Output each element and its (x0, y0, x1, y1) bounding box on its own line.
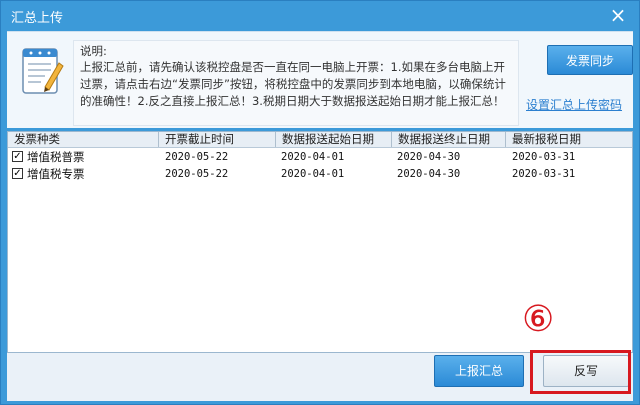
step-6-annotation: ⑥ (522, 299, 555, 340)
set-upload-password-link[interactable]: 设置汇总上传密码 (526, 96, 622, 113)
upload-summary-button[interactable]: 上报汇总 (434, 355, 524, 387)
table-row[interactable]: ✓ 增值税普票 2020-05-22 2020-04-01 2020-04-30… (8, 149, 632, 165)
table-header: 发票种类 开票截止时间 数据报送起始日期 数据报送终止日期 最新报税日期 (8, 132, 632, 148)
notepad-edit-icon (22, 48, 64, 94)
info-text: 上报汇总前，请先确认该税控盘是否一直在同一电脑上开票：1.如果在多台电脑上开过票… (80, 60, 506, 108)
cell-deadline: 2020-05-22 (165, 168, 229, 180)
column-header-end[interactable]: 数据报送终止日期 (392, 132, 506, 147)
title-bar: 汇总上传 × (1, 1, 639, 30)
column-header-latest[interactable]: 最新报税日期 (506, 132, 632, 147)
info-panel: 说明: 上报汇总前，请先确认该税控盘是否一直在同一电脑上开票：1.如果在多台电脑… (7, 31, 633, 128)
cell-category: 增值税专票 (27, 167, 85, 181)
cell-end: 2020-04-30 (397, 151, 461, 163)
row-checkbox[interactable]: ✓ (12, 168, 23, 179)
cell-start: 2020-04-01 (281, 168, 345, 180)
cell-latest: 2020-03-31 (512, 151, 576, 163)
row-checkbox[interactable]: ✓ (12, 151, 23, 162)
cell-end: 2020-04-30 (397, 168, 461, 180)
window-title: 汇总上传 (11, 11, 64, 26)
info-label: 说明: (80, 44, 107, 58)
cell-latest: 2020-03-31 (512, 168, 576, 180)
column-header-deadline[interactable]: 开票截止时间 (159, 132, 276, 147)
summary-upload-dialog: 汇总上传 × 说明: 上报汇总前，请先确认该税控盘是否一直在同一电脑上开票：1.… (0, 0, 640, 405)
column-header-start[interactable]: 数据报送起始日期 (276, 132, 392, 147)
table-row[interactable]: ✓ 增值税专票 2020-05-22 2020-04-01 2020-04-30… (8, 166, 632, 182)
invoice-sync-button[interactable]: 发票同步 (547, 45, 633, 75)
writeback-highlight-box (530, 350, 631, 394)
cell-start: 2020-04-01 (281, 151, 345, 163)
cell-deadline: 2020-05-22 (165, 151, 229, 163)
cell-category: 增值税普票 (27, 150, 85, 164)
column-header-category[interactable]: 发票种类 (8, 132, 159, 147)
close-icon[interactable]: × (606, 3, 630, 27)
